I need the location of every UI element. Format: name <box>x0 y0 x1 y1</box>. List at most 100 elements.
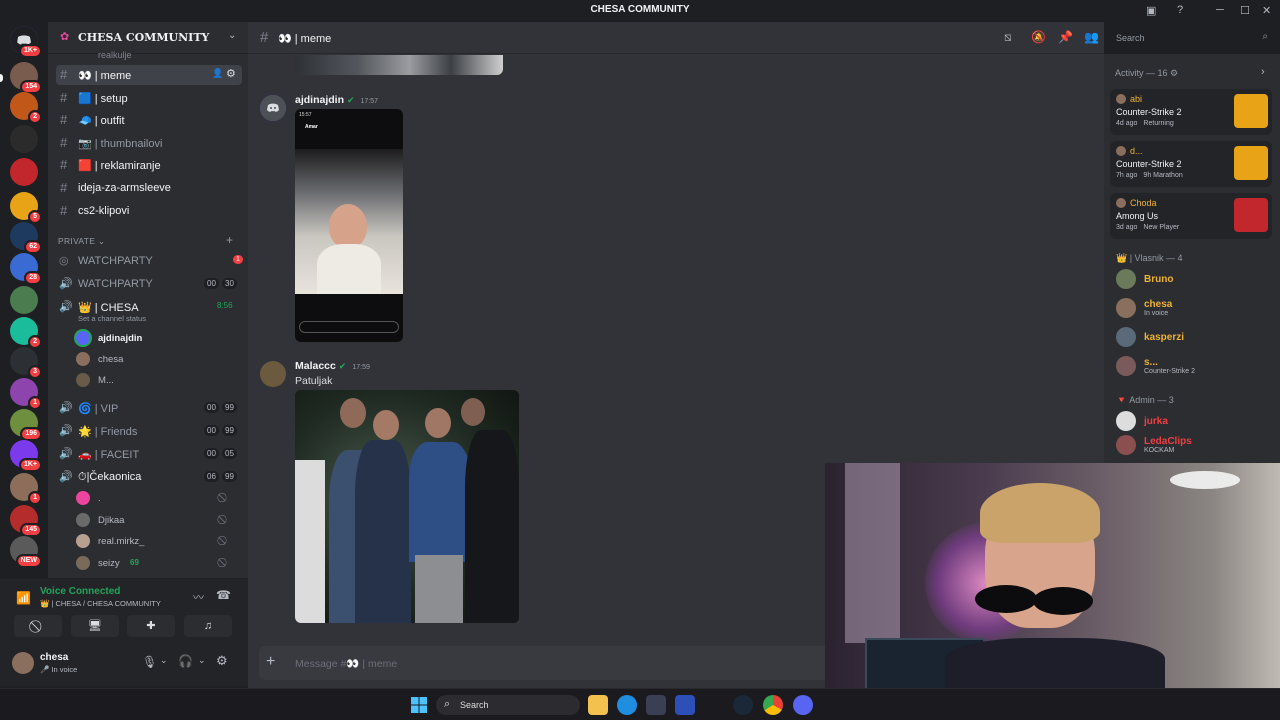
avatar[interactable] <box>260 361 286 387</box>
message-input[interactable]: Message #👀 | meme <box>295 657 397 670</box>
server-header[interactable]: ✿ CHESA COMMUNITY ⌄ <box>48 22 248 54</box>
close-button[interactable]: ✕ <box>1262 4 1271 17</box>
voice-location[interactable]: 👑 | CHESA / CHESA COMMUNITY <box>40 599 161 608</box>
image-attachment[interactable]: 15:57 Amar <box>295 109 403 342</box>
server-icon[interactable]: 2 <box>10 317 42 349</box>
microphone-icon[interactable]: 🎙 <box>142 655 157 669</box>
avatar[interactable] <box>260 95 286 121</box>
channel-item[interactable]: # ideja-za-armsleeve <box>56 178 242 198</box>
channel-item[interactable]: # cs2-klipovi <box>56 201 242 221</box>
server-icon[interactable]: 3 <box>10 347 42 379</box>
maximize-button[interactable]: ☐ <box>1240 4 1250 17</box>
voice-user[interactable]: ajdinajdin <box>76 328 236 348</box>
gear-icon[interactable]: ⚙ <box>226 67 236 80</box>
chevron-down-icon[interactable]: ⌄ <box>160 655 168 666</box>
member-item[interactable]: s... Counter-Strike 2 <box>1116 353 1274 379</box>
soundboard-button[interactable]: ♫ <box>184 615 232 637</box>
server-icon[interactable]: 62 <box>10 222 42 254</box>
file-explorer-icon[interactable] <box>588 695 608 715</box>
message-author[interactable]: ajdinajdin ✔ 17:57 <box>295 94 378 106</box>
server-icon[interactable] <box>10 286 38 314</box>
screen-share-button[interactable]: 🖥 <box>71 615 119 637</box>
voice-user[interactable]: chesa <box>76 349 236 369</box>
help-icon[interactable]: ? <box>1177 4 1183 16</box>
activity-header[interactable]: Activity — 16 ⚙ <box>1115 68 1178 79</box>
chevron-down-icon[interactable]: ⌄ <box>198 655 206 666</box>
server-icon[interactable] <box>10 158 38 186</box>
voice-status[interactable]: Voice Connected <box>40 586 120 597</box>
voice-channel[interactable]: 🔊 🌀 | VIP 00 99 <box>56 398 242 418</box>
voice-channel[interactable]: 🔊 ⏱|Čekaonica 06 99 <box>56 467 242 487</box>
add-attachment-icon[interactable]: + <box>266 653 275 671</box>
discord-home-icon[interactable]: 1K+ <box>10 26 42 58</box>
server-icon[interactable]: 145 <box>10 505 42 537</box>
user-name[interactable]: chesa <box>40 652 68 663</box>
channel-item[interactable]: # 📷 | thumbnailovi <box>56 133 242 153</box>
member-item[interactable]: jurka <box>1116 408 1274 434</box>
channel-item[interactable]: # 🧢 | outfit <box>56 110 242 130</box>
server-icon[interactable]: 2 <box>10 92 42 124</box>
voice-channel[interactable]: 🔊 🚗 | FACEIT 00 05 <box>56 444 242 464</box>
add-channel-icon[interactable]: + <box>226 233 233 247</box>
server-icon[interactable]: NEW <box>10 536 42 568</box>
minimize-button[interactable]: ─ <box>1216 4 1224 16</box>
channel-item[interactable]: # 👀 | meme 👤 ⚙ <box>56 65 242 85</box>
voice-user[interactable]: Djikaa⃠ <box>76 510 236 530</box>
voice-channel[interactable]: 🔊 🌟 | Friends 00 99 <box>56 421 242 441</box>
image-attachment[interactable] <box>295 390 519 623</box>
channel-item[interactable]: # 🟦 | setup <box>56 88 242 108</box>
disconnect-icon[interactable]: ☎ <box>216 588 231 602</box>
windows-start-icon[interactable] <box>409 695 429 715</box>
member-item[interactable]: Bruno <box>1116 266 1274 292</box>
activity-card[interactable]: d... Counter-Strike 2 7h ago 9h Marathon <box>1110 141 1272 187</box>
avatar[interactable] <box>12 652 34 674</box>
member-list-icon[interactable]: 👥 <box>1084 30 1099 44</box>
previous-image-attachment[interactable] <box>295 55 503 75</box>
store-icon[interactable] <box>646 695 666 715</box>
member-item[interactable]: LedaClips KOCKAM <box>1116 432 1274 458</box>
channel-status[interactable]: Set a channel status <box>78 314 146 323</box>
server-icon[interactable] <box>10 125 38 153</box>
noise-suppression-icon[interactable]: 〰 <box>193 589 204 605</box>
chrome-icon[interactable] <box>763 695 783 715</box>
app-icon[interactable] <box>675 695 695 715</box>
message-author[interactable]: Malaccc ✔ 17:59 <box>295 360 370 372</box>
chevron-right-icon[interactable]: › <box>1261 66 1265 78</box>
signal-icon[interactable]: 📶 <box>16 591 31 605</box>
taskbar-search[interactable]: ⌕ Search <box>436 695 580 715</box>
invite-icon[interactable]: 👤 <box>212 68 223 79</box>
camera-button[interactable]: ⃠ <box>14 615 62 637</box>
user-limit: 99 <box>222 425 237 436</box>
chevron-down-icon[interactable]: ⌄ <box>228 30 236 41</box>
gear-icon[interactable]: ⚙ <box>216 653 228 669</box>
activity-card[interactable]: abi Counter-Strike 2 4d ago Returning <box>1110 89 1272 135</box>
voice-user[interactable]: M... <box>76 370 236 390</box>
voice-channel[interactable]: 🔊 WATCHPARTY 00 30 <box>56 274 242 294</box>
voice-user[interactable]: seizy69⃠ <box>76 553 236 573</box>
discord-icon[interactable] <box>793 695 813 715</box>
edge-icon[interactable] <box>617 695 637 715</box>
voice-channel[interactable]: ◎ WATCHPARTY 1 <box>56 251 243 271</box>
headphones-icon[interactable]: 🎧 <box>178 654 193 668</box>
voice-user[interactable]: .⃠ <box>76 488 236 508</box>
activities-button[interactable]: ✚ <box>127 615 175 637</box>
member-item[interactable]: kasperzi <box>1116 324 1274 350</box>
threads-icon[interactable]: ⧅ <box>1004 30 1012 45</box>
server-icon[interactable]: 1 <box>10 473 42 505</box>
server-icon[interactable]: 28 <box>10 253 42 285</box>
steam-icon[interactable] <box>733 695 753 715</box>
server-icon[interactable]: 196 <box>10 409 42 441</box>
server-icon[interactable]: 1K+ <box>10 440 42 472</box>
voice-user[interactable]: real.mirkz_⃠ <box>76 531 236 551</box>
pin-icon[interactable]: 📌 <box>1058 30 1073 44</box>
notification-mute-icon[interactable]: 🔕 <box>1031 30 1046 44</box>
activity-card[interactable]: Choda Among Us 3d ago New Player <box>1110 193 1272 239</box>
category-private[interactable]: PRIVATE ⌄ <box>58 236 105 247</box>
channel-item[interactable]: # 🟥 | reklamiranje <box>56 155 242 175</box>
member-item[interactable]: chesa In voice <box>1116 295 1274 321</box>
server-icon[interactable]: 5 <box>10 192 42 224</box>
inbox-icon[interactable]: ▣ <box>1146 4 1156 17</box>
search-input[interactable]: Search ⌕ <box>1110 28 1274 48</box>
server-icon[interactable]: 154 <box>10 62 42 94</box>
server-icon[interactable]: 1 <box>10 378 42 410</box>
